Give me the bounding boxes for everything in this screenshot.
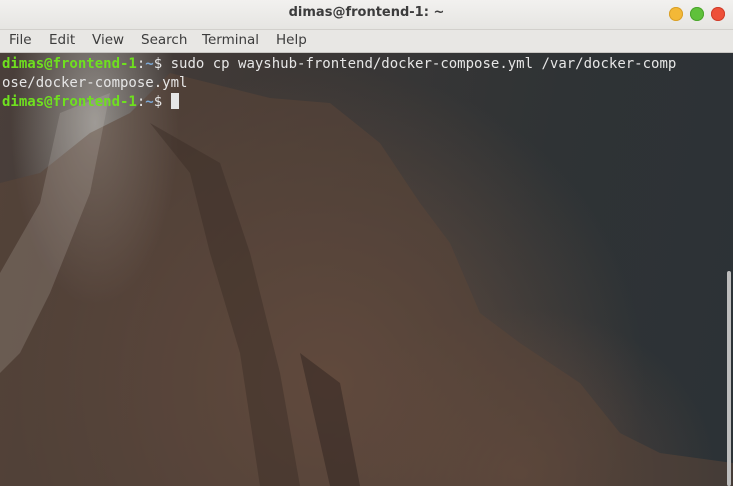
prompt-user: dimas@frontend-1 (2, 56, 137, 72)
output-line-1: ose/docker-compose.yml (2, 75, 188, 91)
prompt-path: ~ (145, 94, 154, 110)
close-button[interactable] (711, 7, 725, 21)
title-bar[interactable]: dimas@frontend-1: ~ (0, 0, 733, 30)
menu-terminal[interactable]: Terminal (202, 32, 259, 48)
prompt-symbol: $ (153, 56, 171, 72)
scrollbar[interactable] (727, 271, 731, 486)
terminal-area[interactable]: dimas@frontend-1:~$ sudo cp wayshub-fron… (0, 53, 733, 486)
text-cursor (170, 93, 179, 109)
menu-view[interactable]: View (92, 32, 124, 48)
command-line-1: dimas@frontend-1:~$ sudo cp wayshub-fron… (2, 55, 676, 74)
window-title: dimas@frontend-1: ~ (288, 5, 445, 20)
terminal-window: dimas@frontend-1: ~ File Edit View Searc… (0, 0, 733, 486)
menu-bar: File Edit View Search Terminal Help (0, 30, 733, 53)
prompt-symbol: $ (153, 94, 171, 110)
minimize-button[interactable] (669, 7, 683, 21)
command-text: sudo cp wayshub-frontend/docker-compose.… (170, 56, 677, 72)
menu-search[interactable]: Search (141, 32, 187, 48)
background-wallpaper (0, 73, 733, 486)
menu-file[interactable]: File (9, 32, 32, 48)
prompt-path: ~ (145, 56, 154, 72)
menu-edit[interactable]: Edit (49, 32, 75, 48)
terminal-output: dimas@frontend-1:~$ sudo cp wayshub-fron… (2, 55, 676, 112)
maximize-button[interactable] (690, 7, 704, 21)
command-line-2: dimas@frontend-1:~$ (2, 93, 676, 112)
prompt-user: dimas@frontend-1 (2, 94, 137, 110)
menu-help[interactable]: Help (276, 32, 307, 48)
